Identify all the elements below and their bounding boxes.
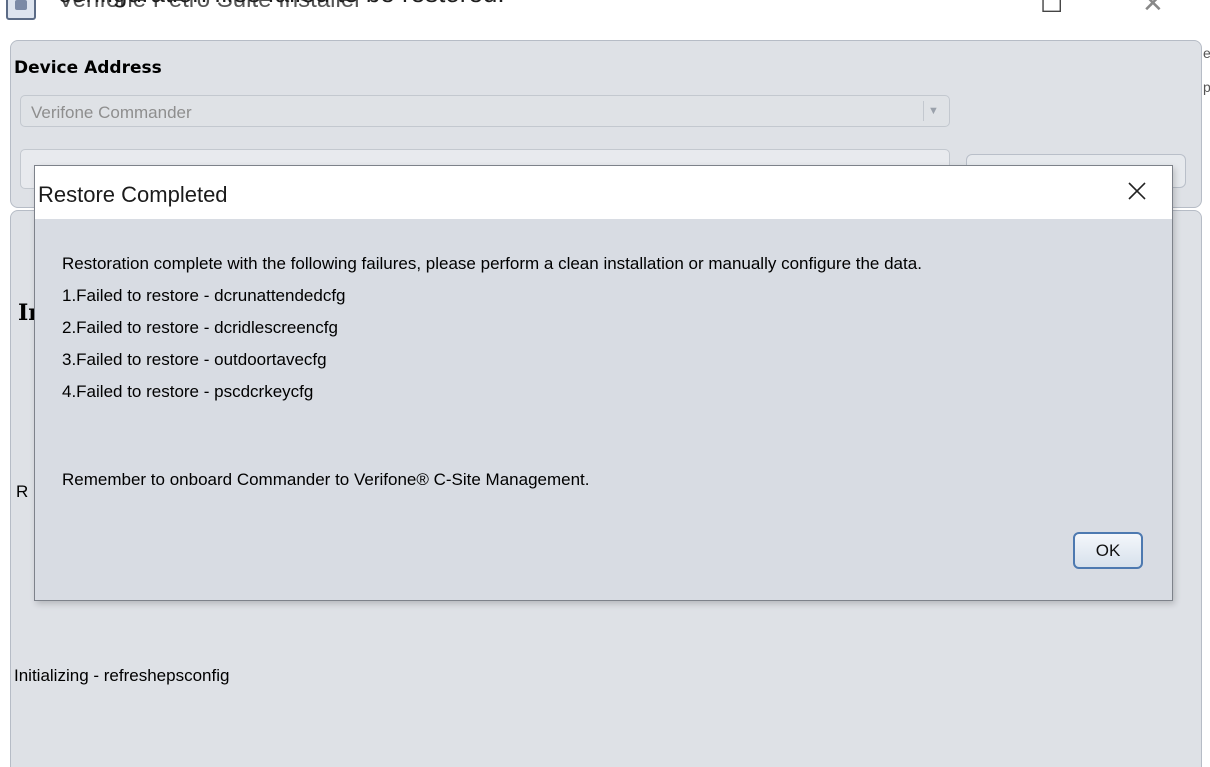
overlay-caption: configuration files failed to be restore… — [58, 0, 505, 9]
installer-titlebar: Verifone Petro Suite Installer configura… — [0, 0, 1210, 40]
device-type-select[interactable]: Verifone Commander ▼ — [20, 95, 950, 127]
maximize-icon[interactable]: ☐ — [1040, 0, 1063, 19]
failure-item: 2.Failed to restore - dcridlescreencfg — [62, 318, 338, 337]
onboard-reminder: Remember to onboard Commander to Verifon… — [62, 470, 590, 489]
installer-app-icon — [6, 0, 36, 20]
dialog-message: Restoration complete with the following … — [62, 248, 922, 408]
close-x-glyph — [1128, 182, 1146, 200]
restore-completed-dialog: Restore Completed Restoration complete w… — [34, 165, 1173, 601]
device-type-value: Verifone Commander — [31, 103, 192, 122]
status-text: Initializing - refreshepsconfig — [14, 666, 230, 685]
ok-button[interactable]: OK — [1073, 532, 1143, 569]
close-x-icon[interactable] — [1123, 177, 1151, 205]
edge-text-fragment: p — [1203, 79, 1210, 95]
message-line: Restoration complete with the following … — [62, 254, 922, 273]
failure-item: 3.Failed to restore - outdoortavecfg — [62, 350, 327, 369]
failure-item: 4.Failed to restore - pscdcrkeycfg — [62, 382, 314, 401]
chevron-down-icon[interactable]: ▼ — [923, 101, 943, 121]
edge-text-fragment: e — [1203, 45, 1210, 61]
progress-heading: Initializing — [18, 300, 34, 326]
dialog-titlebar: Restore Completed — [35, 166, 1172, 219]
window-close-icon[interactable]: ✕ — [1142, 0, 1164, 19]
device-address-label: Device Address — [14, 58, 162, 78]
failure-item: 1.Failed to restore - dcrunattendedcfg — [62, 286, 346, 305]
dialog-title: Restore Completed — [38, 182, 228, 207]
progress-label-partial: R — [16, 482, 29, 501]
